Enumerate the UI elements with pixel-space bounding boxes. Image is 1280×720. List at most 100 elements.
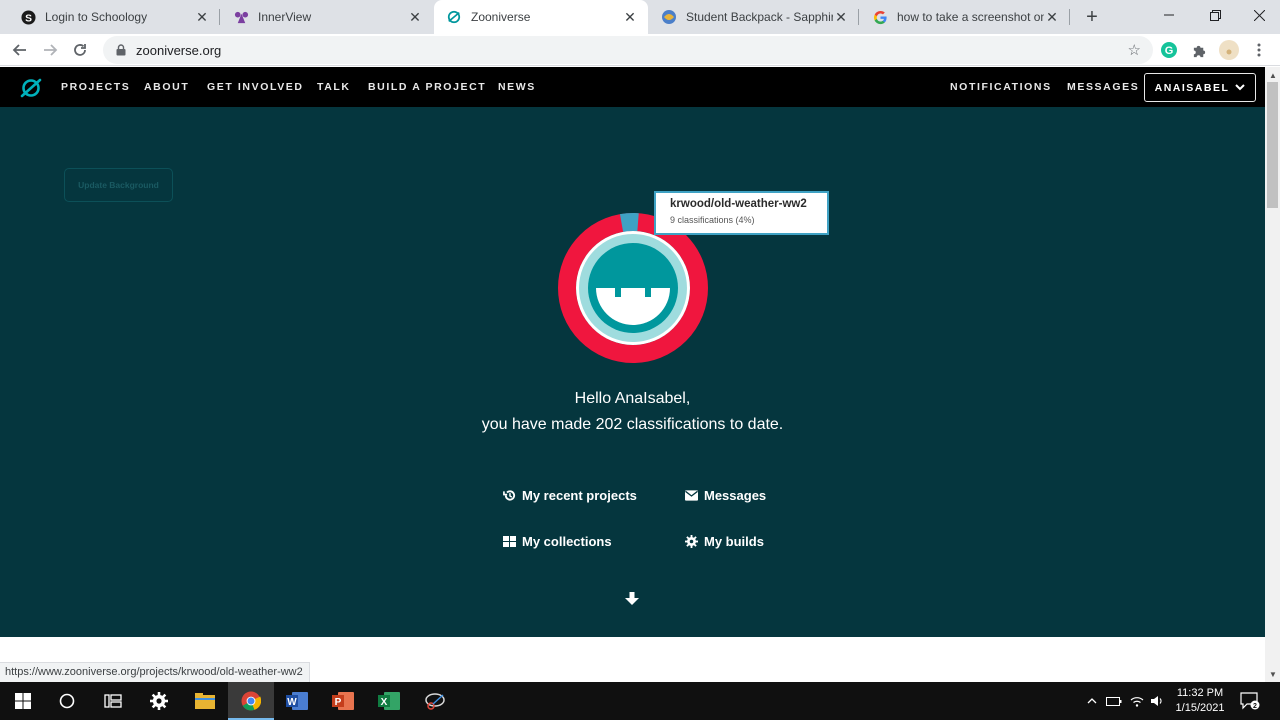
sapphire-icon xyxy=(661,9,677,25)
scroll-up-icon[interactable]: ▲ xyxy=(1269,71,1277,80)
battery-icon[interactable] xyxy=(1104,682,1124,720)
task-view-icon[interactable] xyxy=(90,682,136,720)
bookmark-star-icon[interactable]: ☆ xyxy=(1128,41,1141,59)
reload-button[interactable] xyxy=(68,38,92,62)
wifi-icon[interactable] xyxy=(1128,682,1146,720)
home-hero: Update Background krwood/old-weather-ww2… xyxy=(0,107,1265,637)
forward-button[interactable] xyxy=(38,38,62,62)
close-tab-icon[interactable]: ✕ xyxy=(407,9,423,25)
volume-icon[interactable] xyxy=(1148,682,1166,720)
tab-title: Student Backpack - Sapphire C xyxy=(686,10,833,24)
close-window-button[interactable] xyxy=(1236,0,1280,30)
greeting-line-2: you have made 202 classifications to dat… xyxy=(481,416,784,433)
notification-count: 2 xyxy=(1253,703,1257,710)
google-icon xyxy=(872,9,888,25)
close-tab-icon[interactable]: ✕ xyxy=(1044,9,1060,25)
close-tab-icon[interactable]: ✕ xyxy=(194,9,210,25)
show-hidden-icons-chevron-icon[interactable] xyxy=(1084,682,1100,720)
word-icon[interactable]: W xyxy=(274,682,320,720)
close-tab-icon[interactable]: ✕ xyxy=(833,9,849,25)
browser-tab-innerview[interactable]: InnerView ✕ xyxy=(221,0,433,34)
tab-title: InnerView xyxy=(258,10,312,24)
tab-title: Login to Schoology xyxy=(45,10,148,24)
svg-text:P: P xyxy=(335,697,342,708)
browser-tab-sapphire[interactable]: Student Backpack - Sapphire C ✕ xyxy=(649,0,859,34)
snipping-tool-icon[interactable] xyxy=(412,682,458,720)
powerpoint-icon[interactable]: P xyxy=(320,682,366,720)
greeting-line-1: Hello AnaIsabel, xyxy=(574,390,691,407)
update-background-button[interactable]: Update Background xyxy=(64,168,173,202)
clock-time: 11:32 PM xyxy=(1176,687,1224,699)
close-tab-icon[interactable]: ✕ xyxy=(622,9,638,25)
scroll-down-icon[interactable]: ▼ xyxy=(1269,670,1277,679)
tab-title: Zooniverse xyxy=(471,10,531,24)
recent-projects-link[interactable]: My recent projects xyxy=(503,488,637,503)
tooltip-project-name: krwood/old-weather-ww2 xyxy=(670,198,807,210)
scrollbar-thumb[interactable] xyxy=(1267,82,1278,208)
project-tooltip: krwood/old-weather-ww2 9 classifications… xyxy=(654,191,829,235)
extensions-puzzle-icon[interactable] xyxy=(1188,39,1210,61)
nav-link-news[interactable]: NEWS xyxy=(498,81,536,93)
browser-tab-strip: S Login to Schoology ✕ InnerView ✕ Zooni… xyxy=(0,0,1280,34)
file-explorer-icon[interactable] xyxy=(182,682,228,720)
nav-link-about[interactable]: ABOUT xyxy=(144,81,189,93)
address-bar[interactable]: zooniverse.org ☆ xyxy=(103,36,1153,64)
taskbar-clock[interactable]: 11:32 PM 1/15/2021 xyxy=(1168,686,1232,716)
chrome-menu-icon[interactable] xyxy=(1248,39,1270,61)
nav-link-get-involved[interactable]: GET INVOLVED xyxy=(207,81,304,93)
browser-tab-schoology[interactable]: S Login to Schoology ✕ xyxy=(8,0,220,34)
minimize-button[interactable] xyxy=(1146,0,1192,30)
tab-title: how to take a screenshot on p xyxy=(897,10,1044,24)
zooniverse-logo-icon[interactable] xyxy=(20,77,42,99)
schoology-icon: S xyxy=(20,9,36,25)
svg-text:S: S xyxy=(25,13,32,24)
my-collections-label: My collections xyxy=(522,534,612,549)
page-scrollbar[interactable]: ▲ ▼ xyxy=(1265,67,1280,682)
nav-link-build-a-project[interactable]: BUILD A PROJECT xyxy=(368,81,486,93)
tooltip-classification-count: 9 classifications (4%) xyxy=(670,215,755,225)
browser-toolbar: zooniverse.org ☆ G xyxy=(0,34,1280,66)
windows-taskbar: W P X 11:32 PM 1/15/2021 2 xyxy=(0,682,1280,720)
envelope-icon xyxy=(685,489,698,502)
user-menu-button[interactable]: ANAISABEL xyxy=(1144,73,1256,102)
new-tab-button[interactable]: + xyxy=(1080,5,1104,29)
messages-label: Messages xyxy=(704,488,767,503)
gear-icon xyxy=(685,535,698,548)
my-builds-label: My builds xyxy=(704,534,764,549)
site-navigation: PROJECTS ABOUT GET INVOLVED TALK BUILD A… xyxy=(0,67,1265,107)
nav-link-messages[interactable]: MESSAGES xyxy=(1067,81,1139,93)
nav-link-talk[interactable]: TALK xyxy=(317,81,351,93)
chrome-icon[interactable] xyxy=(228,682,274,720)
history-icon xyxy=(503,489,516,502)
url-text: zooniverse.org xyxy=(136,42,222,58)
nav-link-notifications[interactable]: NOTIFICATIONS xyxy=(950,81,1052,93)
settings-gear-icon[interactable] xyxy=(136,682,182,720)
grid-icon xyxy=(503,535,516,548)
innerview-icon xyxy=(233,9,249,25)
back-button[interactable] xyxy=(8,38,32,62)
zooniverse-icon xyxy=(446,9,462,25)
browser-tab-google[interactable]: how to take a screenshot on p ✕ xyxy=(860,0,1070,34)
restore-button[interactable] xyxy=(1192,0,1238,30)
svg-text:X: X xyxy=(381,697,388,708)
windows-start-icon[interactable] xyxy=(0,682,46,720)
user-name: ANAISABEL xyxy=(1154,81,1230,94)
recent-projects-label: My recent projects xyxy=(522,488,637,503)
svg-text:G: G xyxy=(1165,45,1174,57)
svg-text:W: W xyxy=(287,697,297,708)
profile-avatar-icon[interactable] xyxy=(1218,39,1240,61)
status-bar-url: https://www.zooniverse.org/projects/krwo… xyxy=(0,662,310,682)
my-builds-link[interactable]: My builds xyxy=(685,534,764,549)
scroll-down-arrow-icon[interactable] xyxy=(624,591,640,607)
search-circle-icon[interactable] xyxy=(44,682,90,720)
excel-icon[interactable]: X xyxy=(366,682,412,720)
my-collections-link[interactable]: My collections xyxy=(503,534,612,549)
chevron-down-icon xyxy=(1235,82,1246,94)
clock-date: 1/15/2021 xyxy=(1175,702,1225,714)
browser-tab-zooniverse[interactable]: Zooniverse ✕ xyxy=(434,0,648,34)
notification-center-icon[interactable]: 2 xyxy=(1236,682,1264,720)
lock-icon[interactable] xyxy=(113,42,129,58)
grammarly-extension-icon[interactable]: G xyxy=(1158,39,1180,61)
messages-link[interactable]: Messages xyxy=(685,488,766,503)
nav-link-projects[interactable]: PROJECTS xyxy=(61,81,130,93)
